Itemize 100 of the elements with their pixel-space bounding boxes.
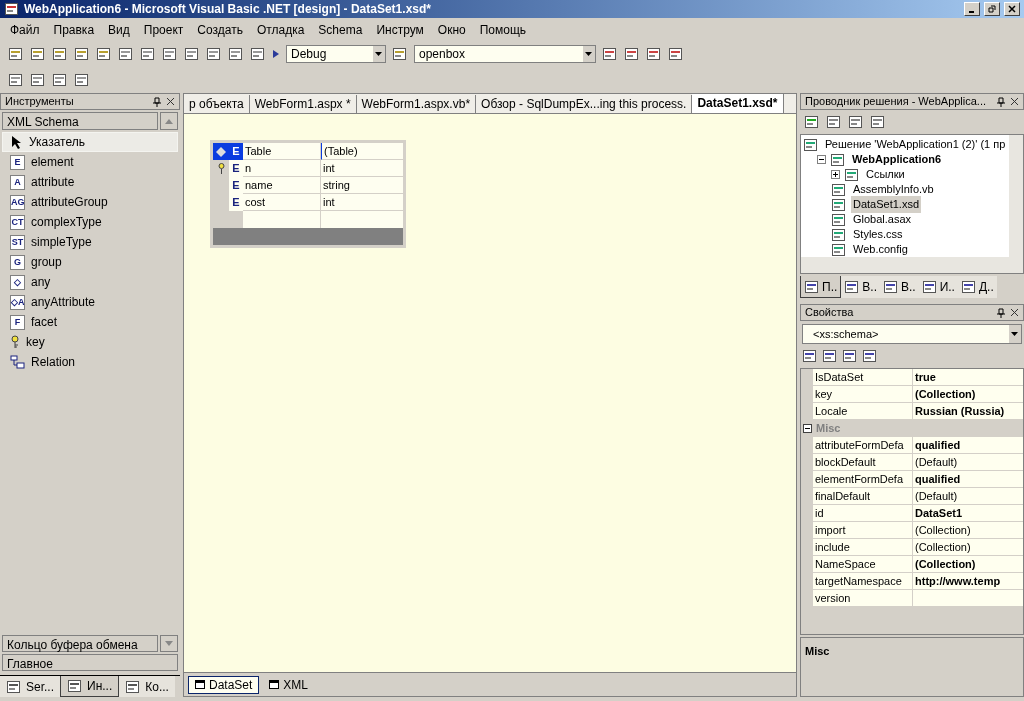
property-value[interactable]: (Collection) [913,386,1023,402]
restore-button[interactable] [984,2,1000,16]
toolbox-section-header[interactable]: Главное [2,654,178,671]
property-value[interactable]: (Collection) [913,522,1023,538]
dropdown-button[interactable] [1009,325,1021,343]
tree-item[interactable]: Web.config [851,241,910,258]
panel-tab[interactable]: Ко... [119,676,175,697]
menu-item[interactable]: Создать [191,21,249,39]
property-name: Locale [813,403,913,419]
element-type-cell[interactable]: (Table) [321,143,403,160]
collapse-toggle[interactable] [803,424,812,433]
toolbox-section-header[interactable]: XML Schema [2,112,158,130]
pin-icon[interactable] [996,307,1006,318]
horizontal-scrollbar[interactable] [801,257,1023,273]
property-value[interactable]: true [913,369,1023,385]
close-icon[interactable] [1010,308,1019,317]
tree-item[interactable]: Ссылки [864,166,907,183]
schema-table-row[interactable]: E n int [213,160,403,177]
property-value[interactable]: qualified [913,437,1023,453]
toolbox-item[interactable]: ◇A anyAttribute [2,292,178,312]
document-tab[interactable]: WebForm1.aspx * [249,94,357,113]
menu-item[interactable]: Помощь [473,21,533,39]
tree-item[interactable]: Global.asax [851,211,914,228]
element-name-cell[interactable]: name [243,177,321,194]
property-value[interactable]: qualified [913,471,1023,487]
menu-item[interactable]: Окно [431,21,472,39]
document-tab[interactable]: DataSet1.xsd* [692,94,784,113]
property-value[interactable]: http://www.temp [913,573,1023,589]
menu-item[interactable]: Файл [4,21,46,39]
element-name-cell[interactable]: cost [243,194,321,211]
dropdown-button[interactable] [583,46,595,62]
collapse-toggle[interactable] [817,155,826,164]
toolbox-section-header[interactable]: Кольцо буфера обмена [2,635,158,652]
tree-item[interactable]: DataSet1.xsd [851,196,922,213]
expand-toggle[interactable] [831,170,840,179]
toolbox-item[interactable]: key [2,332,178,352]
panel-tab[interactable]: Ser... [0,676,60,697]
toolbox-item[interactable]: AG attributeGroup [2,192,178,212]
toolbox-item-label: attribute [31,174,75,191]
dropdown-button[interactable] [373,46,385,62]
tree-item[interactable]: AssemblyInfo.vb [851,181,936,198]
property-value[interactable]: (Default) [913,488,1023,504]
menu-item[interactable]: Инструм [370,21,430,39]
menu-item[interactable]: Правка [47,21,101,39]
view-tab[interactable]: XML [263,675,315,694]
property-value[interactable]: DataSet1 [913,505,1023,521]
property-value[interactable]: (Default) [913,454,1023,470]
schema-table-row[interactable]: E Table (Table) [213,143,403,160]
panel-tab[interactable]: В.. [841,276,880,298]
element-name-cell[interactable]: n [243,160,321,177]
panel-tab[interactable]: Д.. [957,276,997,298]
panel-tab[interactable]: В.. [879,276,919,298]
toolbox-item[interactable]: G group [2,252,178,272]
close-icon[interactable] [1010,97,1019,106]
document-tab[interactable]: WebForm1.aspx.vb* [356,94,477,113]
panel-tab[interactable]: И.. [918,276,958,298]
property-value[interactable]: (Collection) [913,556,1023,572]
element-type-cell[interactable]: int [321,160,403,177]
play-icon[interactable] [272,49,280,59]
element-type-cell[interactable]: string [321,177,403,194]
element-type-cell[interactable]: int [321,194,403,211]
toolbox-item[interactable]: A attribute [2,172,178,192]
toolbox-item[interactable]: Relation [2,352,178,372]
toolbox-item[interactable]: CT complexType [2,212,178,232]
tree-item[interactable]: WebApplication6 [850,151,944,168]
pin-icon[interactable] [996,96,1006,107]
schema-table-row[interactable]: E cost int [213,194,403,211]
scroll-up-button[interactable] [160,112,178,130]
tree-item[interactable]: Styles.css [851,226,905,243]
element-name-cell[interactable]: Table [243,143,321,160]
menu-item[interactable]: Schema [312,21,369,39]
pin-icon[interactable] [152,96,162,107]
schema-table-row[interactable]: E name string [213,177,403,194]
schema-element-table[interactable]: E Table (Table) E n int E name string E cost int [210,140,406,248]
vertical-scrollbar[interactable] [1009,135,1023,257]
menu-item[interactable]: Отладка [250,21,311,39]
toolbox-item[interactable]: ◇ any [2,272,178,292]
view-tab[interactable]: DataSet [188,675,260,694]
close-button[interactable] [1004,2,1020,16]
close-icon[interactable] [166,97,175,106]
minimize-button[interactable] [964,2,980,16]
toolbox-item[interactable]: E element [2,152,178,172]
toolbox-item[interactable]: Указатель [2,132,178,152]
toolbox-item[interactable]: ST simpleType [2,232,178,252]
schema-type-icon: CT [10,214,25,230]
configuration-dropdown[interactable]: Debug [286,45,386,63]
menu-item[interactable]: Проект [137,21,190,39]
toolbox-item[interactable]: F facet [2,312,178,332]
panel-tab[interactable]: П.. [800,276,842,298]
property-value[interactable]: Russian (Russia) [913,403,1023,419]
property-value[interactable]: (Collection) [913,539,1023,555]
tree-item[interactable]: Решение 'WebApplication1 (2)' (1 пр [823,136,1008,153]
menu-item[interactable]: Вид [102,21,136,39]
toolbox-item-label: simpleType [31,234,92,251]
object-selector[interactable]: <xs:schema> [802,324,1022,344]
scroll-down-button[interactable] [160,635,178,652]
document-tab[interactable]: р объекта [184,94,250,113]
panel-tab[interactable]: Ин... [60,676,120,697]
file-icon [831,181,847,198]
find-dropdown[interactable]: openbox [414,45,596,63]
